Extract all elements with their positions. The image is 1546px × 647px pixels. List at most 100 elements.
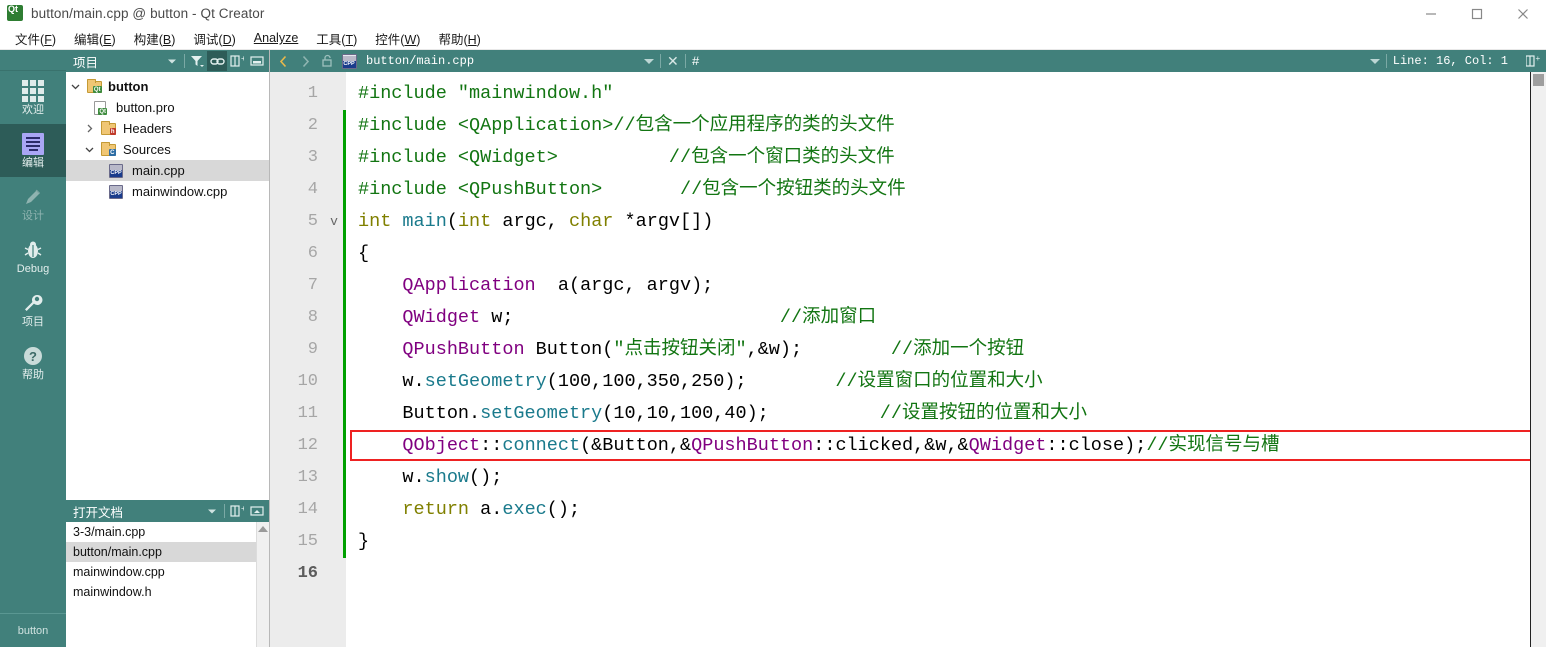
scroll-up-arrow-icon[interactable] [258, 526, 268, 532]
menu-widgets-accel: W [404, 32, 417, 47]
tree-item-button-pro[interactable]: Qt button.pro [66, 97, 269, 118]
line-number: 3 [307, 148, 318, 167]
code-token-cmt: //设置按钮的位置和大小 [768, 403, 1088, 424]
code-token-kw: char [569, 211, 625, 232]
mode-welcome[interactable]: 欢迎 [0, 71, 66, 124]
code-line[interactable]: QObject::connect(&Button,&QPushButton::c… [346, 430, 1546, 462]
line-number: 5 [307, 212, 318, 231]
code-token-plain: ::close); [1046, 435, 1147, 456]
navigate-forward-button[interactable] [294, 51, 316, 71]
link-icon[interactable] [207, 51, 227, 71]
code-token-str: <QPushButton> [457, 179, 603, 200]
code-line[interactable]: #include <QWidget> //包含一个窗口类的头文件 [346, 142, 1546, 174]
minimize-button[interactable] [1408, 0, 1454, 27]
chevron-down-icon[interactable] [66, 82, 84, 91]
menu-file[interactable]: 文件(F) [6, 27, 65, 50]
code-token-plain: argc, [502, 211, 569, 232]
project-tree[interactable]: Qt button Qt button.pro h Headers C Sour… [66, 72, 269, 500]
code-line[interactable]: QPushButton Button("点击按钮关闭",&w); //添加一个按… [346, 334, 1546, 366]
code-line[interactable]: } [346, 526, 1546, 558]
code-line[interactable]: return a.exec(); [346, 494, 1546, 526]
menu-analyze[interactable]: Analyze [245, 29, 307, 47]
tree-item-label: Sources [123, 142, 171, 157]
code-line[interactable]: w.setGeometry(100,100,350,250); //设置窗口的位… [346, 366, 1546, 398]
tree-item-label: main.cpp [132, 163, 185, 178]
code-line[interactable]: int main(int argc, char *argv[]) [346, 206, 1546, 238]
menu-help-accel: H [467, 32, 477, 47]
line-number: 9 [307, 340, 318, 359]
tree-item-headers[interactable]: h Headers [66, 118, 269, 139]
mode-debug[interactable]: Debug [0, 230, 66, 283]
mode-edit[interactable]: 编辑 [0, 124, 66, 177]
mode-projects[interactable]: 项目 [0, 283, 66, 336]
editor-toolbar: CPP button/main.cpp ✕ # Line: 16, Col: 1… [270, 50, 1546, 72]
code-folding-column[interactable]: v [325, 72, 343, 647]
list-item[interactable]: mainwindow.h [66, 582, 269, 602]
close-editor-icon[interactable]: ✕ [667, 53, 679, 70]
project-selector-dropdown[interactable] [162, 51, 182, 71]
code-token-str: <QApplication> [457, 115, 614, 136]
editor-filename[interactable]: button/main.cpp [366, 54, 474, 68]
scrollbar-thumb[interactable] [1533, 74, 1544, 86]
opendocs-dropdown[interactable] [202, 501, 222, 521]
menu-edit[interactable]: 编辑(E) [65, 27, 125, 50]
maximize-button[interactable] [1454, 0, 1500, 27]
navigate-back-button[interactable] [272, 51, 294, 71]
menu-analyze-label: Analyze [253, 31, 299, 45]
menu-tools[interactable]: 工具(T) [307, 27, 366, 50]
editor-split-icon[interactable]: + [1522, 51, 1544, 71]
mode-design[interactable]: 设计 [0, 177, 66, 230]
editor-vertical-scrollbar[interactable] [1531, 72, 1546, 647]
code-line[interactable]: #include "mainwindow.h" [346, 78, 1546, 110]
tree-item-button[interactable]: Qt button [66, 76, 269, 97]
chevron-down-icon[interactable] [80, 145, 98, 154]
close-button[interactable] [1500, 0, 1546, 27]
code-line[interactable]: w.show(); [346, 462, 1546, 494]
code-line[interactable]: #include <QPushButton> //包含一个按钮类的头文件 [346, 174, 1546, 206]
code-line[interactable]: QApplication a(argc, argv); [346, 270, 1546, 302]
menu-widgets[interactable]: 控件(W) [366, 27, 429, 50]
tree-item-sources[interactable]: C Sources [66, 139, 269, 160]
code-line[interactable]: { [346, 238, 1546, 270]
tree-item-main-cpp[interactable]: CPP main.cpp [66, 160, 269, 181]
open-documents-list[interactable]: 3-3/main.cpp button/main.cpp mainwindow.… [66, 522, 269, 647]
code-line[interactable]: Button.setGeometry(10,10,100,40); //设置按钮… [346, 398, 1546, 430]
unlock-icon[interactable] [316, 51, 338, 71]
code-line[interactable]: #include <QApplication>//包含一个应用程序的类的头文件 [346, 110, 1546, 142]
opendocs-minimize-panel-icon[interactable] [247, 501, 267, 521]
mode-help[interactable]: ? 帮助 [0, 336, 66, 389]
filter-icon[interactable] [187, 51, 207, 71]
fold-marker[interactable]: v [325, 206, 343, 238]
extra-dropdown-icon[interactable] [1369, 58, 1380, 64]
list-item[interactable]: mainwindow.cpp [66, 562, 269, 582]
symbol-selector[interactable]: # [692, 54, 700, 69]
menu-debug[interactable]: 调试(D) [184, 27, 244, 50]
menu-help-label: 帮助 [438, 32, 464, 47]
code-token-type: QObject [402, 435, 481, 456]
menu-file-label: 文件 [15, 32, 41, 47]
code-line[interactable]: QWidget w; //添加窗口 [346, 302, 1546, 334]
active-project-indicator[interactable]: button [0, 613, 66, 647]
code-token-plain: w. [358, 371, 425, 392]
menu-help[interactable]: 帮助(H) [429, 27, 489, 50]
line-col-indicator[interactable]: Line: 16, Col: 1 [1393, 54, 1508, 68]
list-item[interactable]: 3-3/main.cpp [66, 522, 269, 542]
line-number: 14 [297, 500, 318, 519]
minimize-panel-icon[interactable] [247, 51, 267, 71]
list-item[interactable]: button/main.cpp [66, 542, 269, 562]
split-icon[interactable]: + [227, 51, 247, 71]
menu-build[interactable]: 构建(B) [125, 27, 185, 50]
code-lines[interactable]: #include "mainwindow.h" #include <QApplic… [346, 78, 1546, 590]
code-line[interactable] [346, 558, 1546, 590]
editor-file-dropdown-icon[interactable] [644, 58, 655, 64]
code-text-area[interactable]: #include "mainwindow.h" #include <QApplic… [346, 72, 1546, 647]
file-cpp-icon: CPP [338, 51, 360, 71]
menu-tools-label: 工具 [316, 32, 342, 47]
tree-item-mainwindow-cpp[interactable]: CPP mainwindow.cpp [66, 181, 269, 202]
opendocs-split-icon[interactable]: + [227, 501, 247, 521]
code-token-plain: :: [480, 435, 503, 456]
open-documents-scrollbar[interactable] [256, 522, 269, 647]
chevron-right-icon[interactable] [80, 124, 98, 133]
code-token-type: QPushButton [691, 435, 814, 456]
